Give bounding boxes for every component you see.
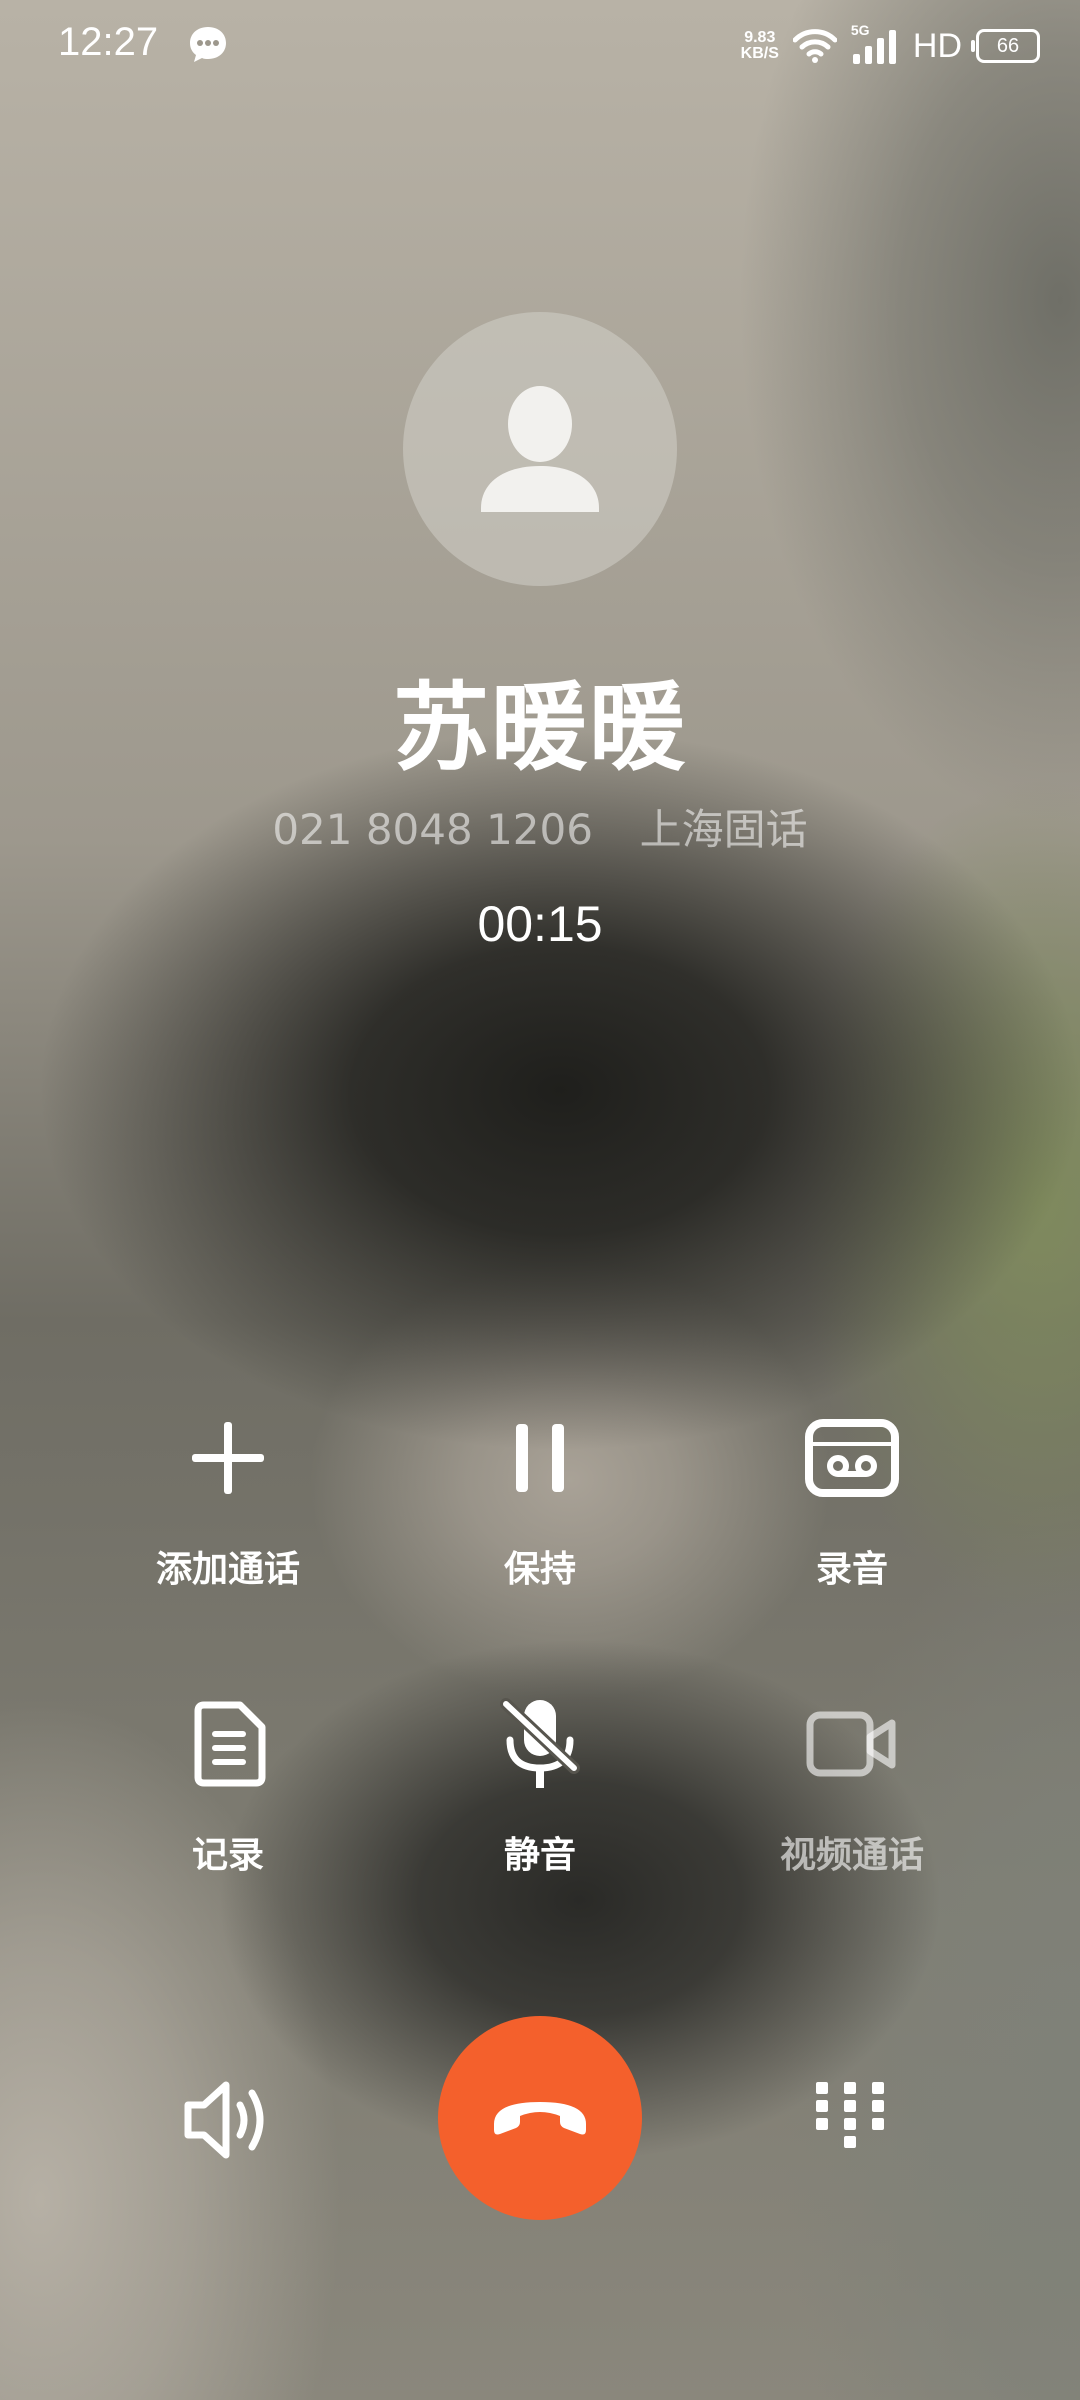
video-call-label: 视频通话 [779, 1835, 924, 1876]
speaker-button[interactable] [180, 2075, 280, 2165]
add-call-label: 添加通话 [155, 1549, 300, 1590]
add-call-button[interactable]: 添加通话 [98, 1408, 358, 1592]
contact-avatar [403, 312, 677, 586]
status-bar: 12:27 9.83 KB/S 5G HD 66 [0, 0, 1080, 90]
video-call-button[interactable]: 视频通话 [722, 1694, 982, 1878]
caller-number: 021 8048 1206 [272, 805, 593, 854]
hold-label: 保持 [503, 1549, 576, 1590]
person-icon [481, 386, 599, 512]
battery-icon: 66 [971, 29, 1040, 63]
hold-button[interactable]: 保持 [410, 1408, 670, 1592]
notes-button[interactable]: 记录 [98, 1694, 358, 1878]
video-icon [722, 1694, 982, 1794]
record-button[interactable]: 录音 [722, 1408, 982, 1592]
net-speed-unit: KB/S [740, 45, 779, 62]
cellular-signal-icon: 5G [851, 22, 899, 66]
wifi-icon [792, 29, 837, 63]
pause-icon [410, 1408, 670, 1508]
record-label: 录音 [815, 1549, 888, 1590]
hangup-icon [494, 2102, 586, 2135]
hangup-button[interactable] [438, 2016, 642, 2220]
caller-info: 021 8048 1206 上海固话 [0, 796, 1080, 857]
mute-label: 静音 [503, 1835, 576, 1876]
network-type: 5G [850, 22, 870, 38]
caller-location: 上海固话 [639, 805, 808, 854]
message-notification-icon [190, 27, 226, 62]
net-speed: 9.83 KB/S [741, 30, 779, 62]
caller-name: 苏暖暖 [393, 672, 687, 784]
dialpad-icon [816, 2082, 884, 2148]
record-icon [722, 1408, 982, 1508]
call-duration: 00:15 [477, 896, 603, 952]
mute-mic-icon [410, 1694, 670, 1794]
battery-level: 66 [996, 34, 1020, 57]
plus-icon [98, 1408, 358, 1508]
dialpad-button[interactable] [810, 2078, 890, 2158]
speaker-icon [184, 2081, 264, 2159]
status-time: 12:27 [58, 20, 159, 64]
hd-voice-indicator: HD [912, 26, 962, 65]
notes-label: 记录 [191, 1835, 264, 1876]
net-speed-value: 9.83 [744, 29, 776, 46]
note-icon [98, 1694, 358, 1794]
mute-button[interactable]: 静音 [410, 1694, 670, 1878]
